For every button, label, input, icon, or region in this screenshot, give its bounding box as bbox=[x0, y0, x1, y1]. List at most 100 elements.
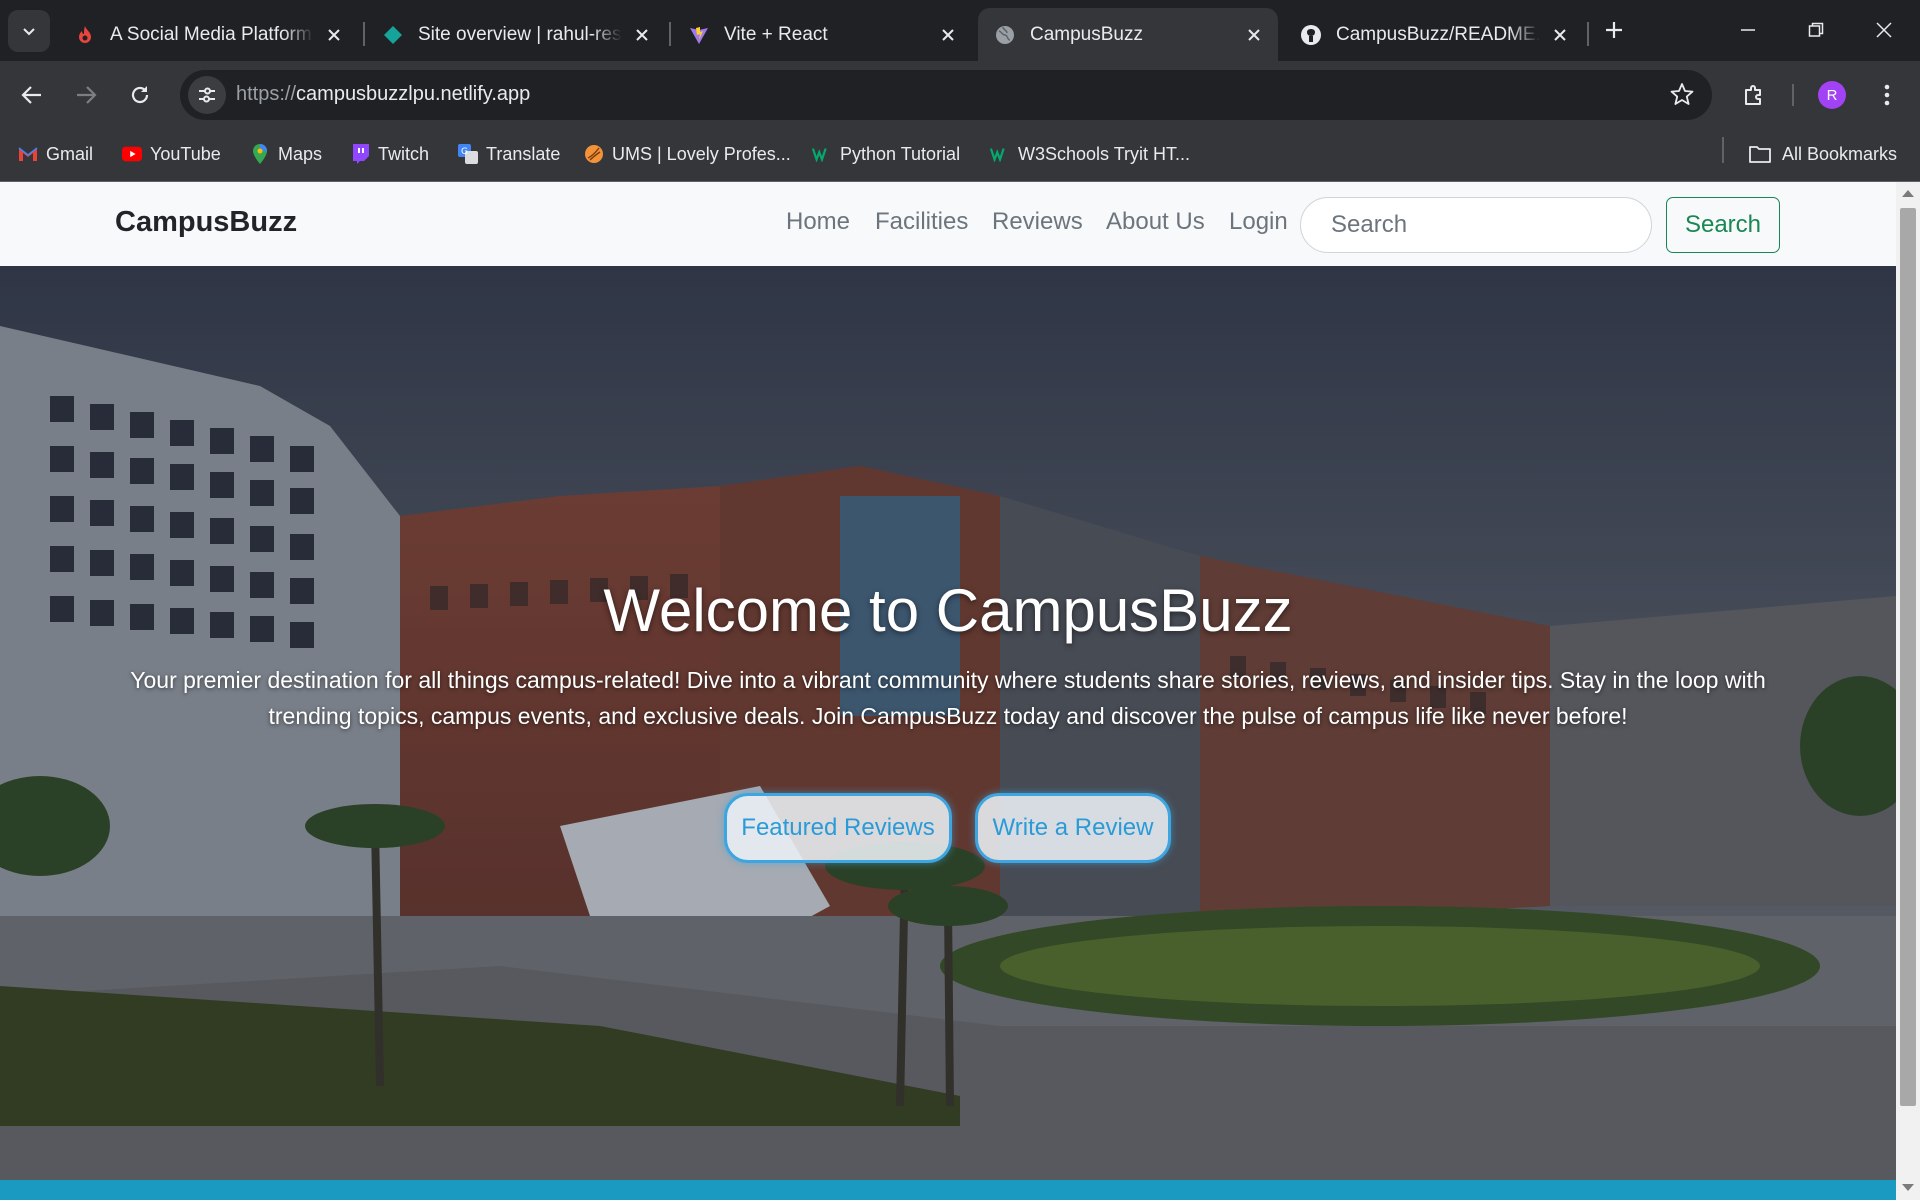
forward-button[interactable] bbox=[66, 75, 106, 115]
flame-icon bbox=[74, 24, 96, 46]
page-scrollbar[interactable] bbox=[1896, 182, 1920, 1200]
folder-icon bbox=[1748, 144, 1772, 164]
site-navbar: CampusBuzz Home Facilities Reviews About… bbox=[0, 182, 1896, 267]
twitch-icon bbox=[350, 144, 370, 164]
tab-title: CampusBuzz/README.m bbox=[1336, 23, 1540, 45]
chevron-down-icon bbox=[23, 28, 35, 36]
profile-button[interactable]: R bbox=[1812, 75, 1852, 115]
hero-title: Welcome to CampusBuzz bbox=[603, 577, 1293, 644]
url-text: https://campusbuzzlpu.netlify.app bbox=[236, 83, 530, 106]
extensions-button[interactable] bbox=[1734, 75, 1774, 115]
hero-section: Welcome to CampusBuzz Your premier desti… bbox=[0, 266, 1896, 1180]
youtube-icon bbox=[122, 144, 142, 164]
arrow-right-icon bbox=[77, 86, 97, 104]
minimize-button[interactable] bbox=[1714, 0, 1782, 60]
bookmark-label: Python Tutorial bbox=[840, 143, 961, 164]
write-review-button[interactable]: Write a Review bbox=[975, 793, 1171, 863]
tab-strip: A Social Media Platform f Site overview … bbox=[0, 0, 1920, 61]
bookmark-star-button[interactable] bbox=[1670, 82, 1694, 111]
tab-title: A Social Media Platform f bbox=[110, 23, 314, 45]
url-host: campusbuzzlpu.netlify.app bbox=[296, 83, 531, 105]
bookmark-twitch[interactable]: Twitch bbox=[350, 140, 429, 168]
tab-separator bbox=[669, 22, 671, 46]
bookmark-python-tutorial[interactable]: Python Tutorial bbox=[812, 140, 960, 168]
tab-separator bbox=[1587, 22, 1589, 46]
address-bar[interactable]: https://campusbuzzlpu.netlify.app bbox=[180, 70, 1712, 120]
reload-button[interactable] bbox=[120, 75, 160, 115]
bookmark-label: Gmail bbox=[46, 143, 94, 164]
all-bookmarks-label: All Bookmarks bbox=[1782, 143, 1898, 164]
ums-icon bbox=[584, 144, 604, 164]
gmail-icon bbox=[18, 144, 38, 164]
nav-link-facilities[interactable]: Facilities bbox=[875, 208, 968, 236]
close-icon bbox=[1876, 22, 1892, 38]
bookmark-ums[interactable]: UMS | Lovely Profes... bbox=[584, 140, 791, 168]
close-icon[interactable] bbox=[1548, 23, 1572, 47]
tab-readme[interactable]: CampusBuzz/README.m bbox=[1284, 8, 1584, 61]
maps-icon bbox=[250, 144, 270, 164]
close-icon[interactable] bbox=[630, 23, 654, 47]
w3schools-icon bbox=[990, 144, 1010, 164]
tab-site-overview[interactable]: Site overview | rahul-resu bbox=[366, 8, 666, 61]
bookmark-label: Maps bbox=[278, 143, 323, 164]
tab-campusbuzz[interactable]: CampusBuzz bbox=[978, 8, 1278, 61]
vite-icon bbox=[688, 24, 710, 46]
web-page: CampusBuzz Home Facilities Reviews About… bbox=[0, 182, 1896, 1200]
nav-link-reviews[interactable]: Reviews bbox=[992, 208, 1083, 236]
bookmark-label: YouTube bbox=[150, 143, 221, 164]
tune-icon bbox=[199, 87, 215, 103]
menu-button[interactable] bbox=[1867, 75, 1907, 115]
tab-vite-react[interactable]: Vite + React bbox=[672, 8, 972, 61]
site-info-button[interactable] bbox=[188, 76, 226, 114]
globe-icon bbox=[994, 24, 1016, 46]
netlify-icon bbox=[382, 24, 404, 46]
nav-link-home[interactable]: Home bbox=[786, 208, 850, 236]
close-icon[interactable] bbox=[1242, 23, 1266, 47]
nav-link-about-us[interactable]: About Us bbox=[1106, 208, 1205, 236]
restore-button[interactable] bbox=[1782, 0, 1850, 60]
arrow-left-icon bbox=[21, 86, 41, 104]
tab-title: Vite + React bbox=[724, 23, 828, 45]
bookmark-gmail[interactable]: Gmail bbox=[18, 140, 93, 168]
translate-icon: G bbox=[458, 144, 478, 164]
star-icon bbox=[1670, 83, 1694, 105]
w3schools-icon bbox=[812, 144, 832, 164]
featured-reviews-button[interactable]: Featured Reviews bbox=[724, 793, 952, 863]
bookmark-label: UMS | Lovely Profes... bbox=[612, 143, 791, 164]
back-button[interactable] bbox=[12, 75, 52, 115]
all-bookmarks-button[interactable]: All Bookmarks bbox=[1748, 140, 1897, 168]
bookmark-w3schools-tryit[interactable]: W3Schools Tryit HT... bbox=[990, 140, 1190, 168]
hero-description: Your premier destination for all things … bbox=[130, 667, 1766, 729]
site-brand[interactable]: CampusBuzz bbox=[115, 206, 297, 239]
url-scheme: https:// bbox=[236, 83, 297, 105]
tab-search-button[interactable] bbox=[8, 10, 50, 52]
bookmark-label: W3Schools Tryit HT... bbox=[1018, 143, 1191, 164]
search-input[interactable] bbox=[1300, 197, 1652, 253]
scroll-down-arrow[interactable] bbox=[1902, 1184, 1914, 1191]
search-button[interactable]: Search bbox=[1666, 197, 1780, 253]
scroll-up-arrow[interactable] bbox=[1902, 190, 1914, 197]
tab-social-media[interactable]: A Social Media Platform f bbox=[58, 8, 358, 61]
close-window-button[interactable] bbox=[1850, 0, 1918, 60]
bookmarks-bar: Gmail YouTube Maps Twitch G Translate UM… bbox=[0, 127, 1920, 182]
bookmark-translate[interactable]: G Translate bbox=[458, 140, 560, 168]
tab-title: CampusBuzz bbox=[1030, 23, 1143, 45]
new-tab-button[interactable] bbox=[1598, 14, 1630, 46]
bookmark-maps[interactable]: Maps bbox=[250, 140, 322, 168]
nav-link-login[interactable]: Login bbox=[1229, 208, 1288, 236]
scroll-thumb[interactable] bbox=[1900, 208, 1916, 1106]
tab-separator bbox=[363, 22, 365, 46]
bookmark-youtube[interactable]: YouTube bbox=[122, 140, 221, 168]
close-icon[interactable] bbox=[322, 23, 346, 47]
svg-text:G: G bbox=[461, 147, 468, 157]
bookmark-label: Twitch bbox=[378, 143, 430, 164]
restore-icon bbox=[1808, 22, 1824, 37]
bookmark-label: Translate bbox=[486, 143, 561, 164]
toolbar-separator bbox=[1792, 84, 1794, 106]
tab-title: Site overview | rahul-resu bbox=[418, 23, 622, 45]
github-icon bbox=[1300, 24, 1322, 46]
puzzle-icon bbox=[1745, 85, 1761, 105]
browser-toolbar: https://campusbuzzlpu.netlify.app R bbox=[0, 61, 1920, 127]
close-icon[interactable] bbox=[936, 23, 960, 47]
minimize-icon bbox=[1741, 29, 1755, 31]
